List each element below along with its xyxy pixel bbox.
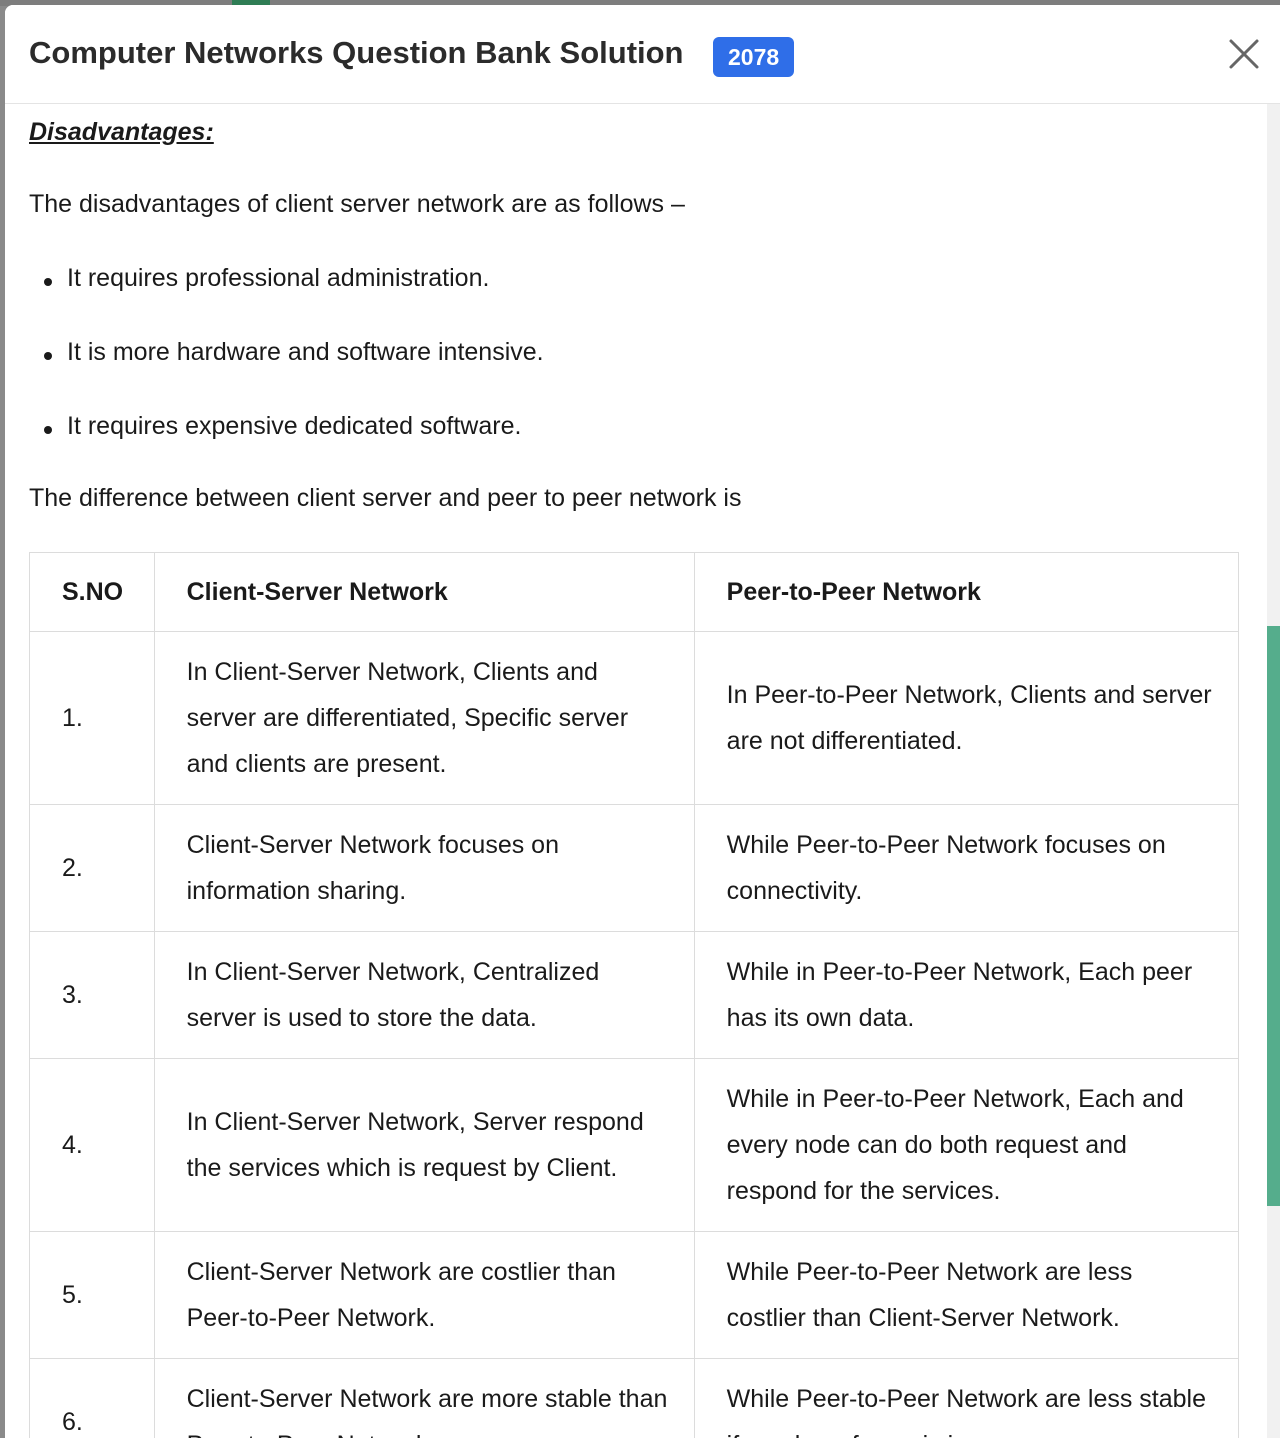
bullet-text: It requires expensive dedicated software… [67, 412, 522, 440]
header-client-server: Client-Server Network [153, 552, 695, 632]
disadvantages-heading: Disadvantages: [29, 118, 214, 146]
cell-peer-to-peer: While in Peer-to-Peer Network, Each peer… [693, 931, 1240, 1059]
cell-client-server: In Client-Server Network, Clients and se… [153, 631, 695, 805]
close-icon [1229, 39, 1259, 69]
header-peer-to-peer: Peer-to-Peer Network [693, 552, 1240, 632]
table-row: 6. Client-Server Network are more stable… [29, 1358, 1240, 1438]
table-row: 5. Client-Server Network are costlier th… [29, 1231, 1240, 1359]
cell-peer-to-peer: In Peer-to-Peer Network, Clients and ser… [693, 631, 1240, 805]
cell-client-server: In Client-Server Network, Centralized se… [153, 931, 695, 1059]
bullet-text: It is more hardware and software intensi… [67, 338, 544, 366]
cell-client-server: Client-Server Network are costlier than … [153, 1231, 695, 1359]
cell-client-server: In Client-Server Network, Server respond… [153, 1058, 695, 1232]
bullet-icon [44, 426, 52, 434]
cell-sno: 1. [29, 631, 155, 805]
table-row: 4. In Client-Server Network, Server resp… [29, 1058, 1240, 1232]
intro-text: The disadvantages of client server netwo… [29, 190, 685, 218]
bullet-icon [44, 278, 52, 286]
table-row: 2. Client-Server Network focuses on info… [29, 804, 1240, 932]
cell-sno: 6. [29, 1358, 155, 1438]
year-badge: 2078 [713, 37, 795, 77]
bullet-text: It requires professional administration. [67, 264, 490, 292]
modal-body[interactable]: Disadvantages: The disadvantages of clie… [5, 104, 1267, 1438]
cell-peer-to-peer: While in Peer-to-Peer Network, Each and … [693, 1058, 1240, 1232]
difference-intro: The difference between client server and… [29, 484, 742, 512]
header-sno: S.NO [29, 552, 155, 632]
modal-title: Computer Networks Question Bank Solution [29, 35, 684, 70]
modal-header: Computer Networks Question Bank Solution… [5, 5, 1280, 104]
cell-sno: 3. [29, 931, 155, 1059]
close-button[interactable] [1223, 33, 1265, 75]
cell-client-server: Client-Server Network focuses on informa… [153, 804, 695, 932]
cell-sno: 5. [29, 1231, 155, 1359]
comparison-table: S.NO Client-Server Network Peer-to-Peer … [29, 552, 1240, 1438]
cell-peer-to-peer: While Peer-to-Peer Network are less cost… [693, 1231, 1240, 1359]
cell-sno: 4. [29, 1058, 155, 1232]
solution-modal: Computer Networks Question Bank Solution… [5, 5, 1280, 1438]
table-row: 1. In Client-Server Network, Clients and… [29, 631, 1240, 805]
cell-peer-to-peer: While Peer-to-Peer Network are less stab… [693, 1358, 1240, 1438]
cell-peer-to-peer: While Peer-to-Peer Network focuses on co… [693, 804, 1240, 932]
cell-sno: 2. [29, 804, 155, 932]
table-header-row: S.NO Client-Server Network Peer-to-Peer … [29, 552, 1240, 632]
cell-client-server: Client-Server Network are more stable th… [153, 1358, 695, 1438]
scrollbar-thumb[interactable] [1267, 626, 1280, 1206]
bullet-icon [44, 352, 52, 360]
table-row: 3. In Client-Server Network, Centralized… [29, 931, 1240, 1059]
